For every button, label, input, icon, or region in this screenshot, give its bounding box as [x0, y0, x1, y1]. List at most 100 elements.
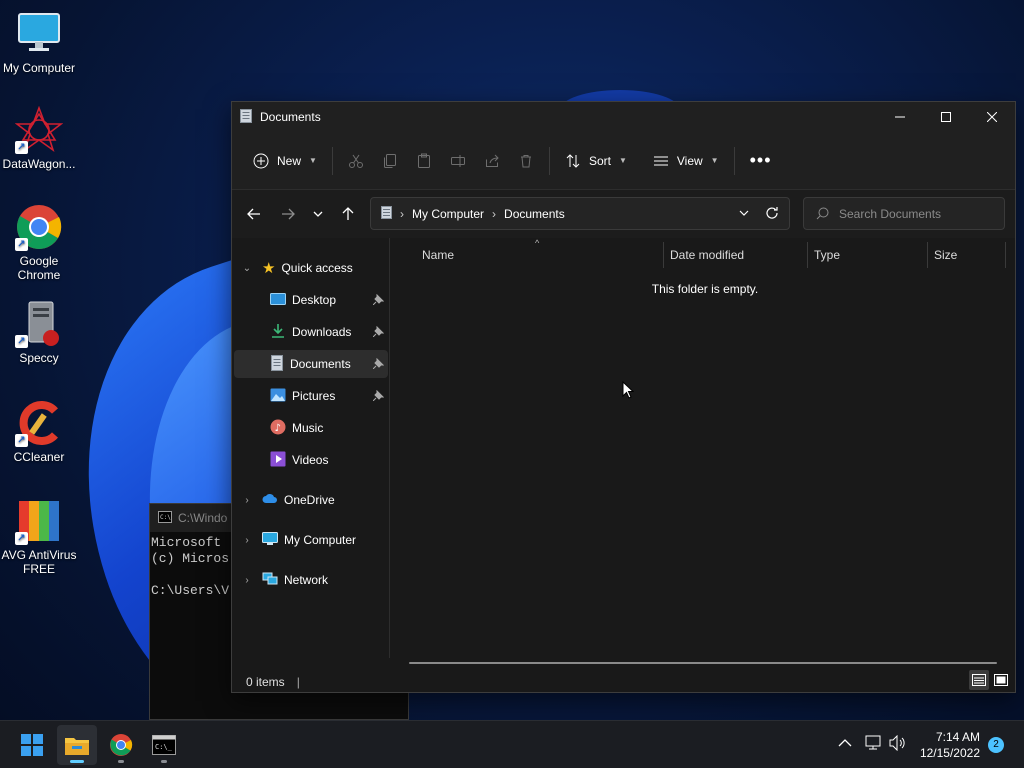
recent-locations-button[interactable] [306, 202, 330, 226]
running-indicator [118, 760, 124, 763]
column-header-type[interactable]: Type [814, 242, 926, 268]
pin-icon [372, 389, 385, 404]
desktop-icon-speccy[interactable]: ↗ Speccy [0, 300, 78, 365]
breadcrumb-my-computer[interactable]: My Computer [412, 207, 484, 221]
sidebar-item-network[interactable]: › Network [234, 566, 388, 594]
rename-button[interactable] [441, 145, 475, 177]
maximize-button[interactable] [923, 102, 969, 132]
documents-icon [270, 354, 284, 374]
minimize-button[interactable] [877, 102, 923, 132]
chevron-right-icon[interactable]: › [240, 575, 254, 586]
forward-button[interactable] [276, 202, 300, 226]
svg-text:C:\_: C:\_ [155, 743, 173, 751]
sidebar-item-videos[interactable]: Videos [234, 446, 388, 474]
sidebar-item-label: Music [292, 421, 324, 435]
more-options-button[interactable]: ••• [741, 145, 781, 177]
delete-button[interactable] [509, 145, 543, 177]
horizontal-scrollbar[interactable] [409, 662, 997, 664]
view-label: View [676, 153, 703, 168]
cmd-title: C:\Windo [178, 511, 228, 525]
network-status-button[interactable] [865, 735, 883, 754]
column-header-date-modified[interactable]: Date modified [670, 242, 806, 268]
empty-folder-message: This folder is empty. [651, 282, 759, 296]
show-hidden-icons-button[interactable] [838, 737, 852, 751]
column-label: Type [814, 248, 841, 262]
pin-icon [372, 325, 385, 340]
chevron-up-icon [838, 739, 852, 747]
command-bar: New ▼ Sort ▼ View ▼ ••• [232, 132, 1015, 190]
file-list[interactable]: ^ Name Date modified Type Size This fold… [391, 238, 1015, 664]
chevron-down-icon: ▼ [710, 156, 719, 165]
desktop-icon [270, 292, 286, 308]
up-button[interactable] [336, 202, 360, 226]
pin-icon [372, 293, 385, 308]
desktop-icon-my-computer[interactable]: My Computer [0, 10, 78, 75]
sidebar-item-quick-access[interactable]: ⌄ ★ Quick access [234, 254, 388, 282]
taskbar-chrome[interactable] [101, 725, 141, 765]
sidebar-item-onedrive[interactable]: › OneDrive [234, 486, 388, 514]
column-divider[interactable] [927, 242, 928, 268]
sidebar-item-documents[interactable]: Documents [234, 350, 388, 378]
desktop-icon-label: CCleaner [13, 450, 65, 464]
chrome-icon: ↗ [15, 203, 63, 251]
pin-icon [372, 357, 385, 372]
column-header-name[interactable]: Name [422, 242, 662, 268]
column-divider[interactable] [1005, 242, 1006, 268]
clock-time: 7:14 AM [935, 730, 980, 744]
clock-date: 12/15/2022 [919, 746, 980, 760]
status-divider: | [296, 675, 300, 689]
cut-button[interactable] [339, 145, 373, 177]
back-button[interactable] [242, 202, 266, 226]
copy-button[interactable] [373, 145, 407, 177]
taskbar: C:\_ 7:14 AM 12/15/2022 2 [0, 720, 1024, 768]
desktop-icon-label: AVG AntiVirus FREE [1, 548, 77, 576]
star-icon: ★ [262, 260, 276, 277]
onedrive-icon [262, 493, 278, 507]
search-input[interactable] [839, 206, 999, 221]
new-button[interactable]: New ▼ [244, 145, 326, 177]
plus-circle-icon [253, 153, 269, 168]
taskbar-command-prompt[interactable]: C:\_ [144, 725, 184, 765]
details-view-button[interactable] [969, 670, 989, 690]
item-count: 0 items [246, 675, 285, 689]
arrow-up-icon [342, 207, 354, 220]
breadcrumb-documents[interactable]: Documents [504, 207, 565, 221]
terminal-icon: C:\_ [152, 735, 176, 755]
sort-button[interactable]: Sort ▼ [556, 145, 636, 177]
notification-badge[interactable]: 2 [988, 737, 1004, 753]
tiles-view-button[interactable] [991, 670, 1011, 690]
clock[interactable]: 7:14 AM 12/15/2022 [920, 729, 980, 761]
chevron-down-icon [739, 210, 749, 216]
chevron-down-icon[interactable]: ⌄ [240, 263, 254, 274]
desktop-icon-ccleaner[interactable]: ↗ CCleaner [0, 399, 78, 464]
chevron-right-icon[interactable]: › [240, 495, 254, 506]
chevron-right-icon[interactable]: › [240, 535, 254, 546]
sort-label: Sort [588, 153, 611, 168]
address-history-button[interactable] [739, 207, 749, 221]
column-header-size[interactable]: Size [934, 242, 1004, 268]
search-box[interactable] [803, 197, 1005, 230]
more-icon: ••• [749, 150, 772, 170]
column-divider[interactable] [807, 242, 808, 268]
sidebar-item-pictures[interactable]: Pictures [234, 382, 388, 410]
taskbar-file-explorer[interactable] [57, 725, 97, 765]
music-icon: ♪ [270, 419, 286, 438]
titlebar[interactable]: Documents [232, 102, 1015, 132]
view-button[interactable]: View ▼ [644, 145, 728, 177]
volume-button[interactable] [889, 734, 907, 754]
column-divider[interactable] [663, 242, 664, 268]
desktop-icon-avg[interactable]: ↗ AVG AntiVirus FREE [0, 497, 78, 576]
address-bar[interactable]: › My Computer › Documents [370, 197, 790, 230]
sidebar-item-music[interactable]: ♪ Music [234, 414, 388, 442]
paste-button[interactable] [407, 145, 441, 177]
desktop-icon-chrome[interactable]: ↗ Google Chrome [0, 203, 78, 282]
sidebar-item-downloads[interactable]: Downloads [234, 318, 388, 346]
refresh-button[interactable] [765, 206, 779, 223]
sidebar-item-desktop[interactable]: Desktop [234, 286, 388, 314]
cmd-icon: C:\ [158, 510, 172, 526]
sidebar-item-my-computer[interactable]: › My Computer [234, 526, 388, 554]
close-button[interactable] [969, 102, 1015, 132]
desktop-icon-datawagon[interactable]: ↗ DataWagon... [0, 105, 78, 171]
start-button[interactable] [12, 725, 52, 765]
share-button[interactable] [475, 145, 509, 177]
